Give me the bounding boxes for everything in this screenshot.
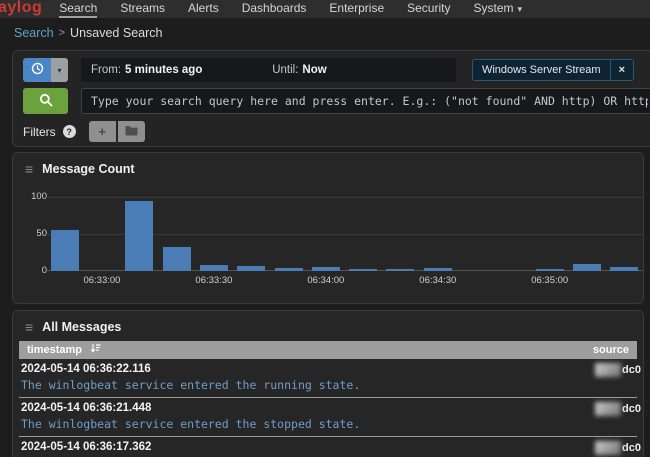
saved-filters-button[interactable] bbox=[118, 121, 145, 142]
chart-bar[interactable] bbox=[573, 264, 601, 271]
nav-item-alerts[interactable]: Alerts bbox=[188, 0, 219, 18]
y-tick-label: 50 bbox=[19, 228, 47, 239]
folder-icon bbox=[125, 124, 138, 139]
time-from-value: 5 minutes ago bbox=[125, 64, 202, 76]
graylog-search-page: aylog Search Streams Alerts Dashboards E… bbox=[0, 0, 650, 457]
message-source: dc0 bbox=[595, 402, 641, 416]
column-header-timestamp[interactable]: timestamp bbox=[27, 343, 101, 357]
time-range-button[interactable] bbox=[23, 58, 51, 82]
message-count-plot[interactable] bbox=[46, 197, 643, 271]
chart-bar[interactable] bbox=[51, 230, 79, 271]
column-header-source[interactable]: source bbox=[593, 344, 629, 356]
filters-label: Filters bbox=[23, 125, 56, 139]
nav-menu: Search Streams Alerts Dashboards Enterpr… bbox=[42, 0, 522, 18]
graylog-logo[interactable]: aylog bbox=[0, 0, 42, 15]
nav-item-enterprise[interactable]: Enterprise bbox=[329, 0, 384, 18]
x-tick-label: 06:34:30 bbox=[408, 275, 468, 286]
x-tick-label: 06:35:00 bbox=[520, 275, 580, 286]
chart-bar[interactable] bbox=[386, 269, 414, 271]
chart-bar[interactable] bbox=[536, 269, 564, 271]
message-timestamp: 2024-05-14 06:36:17.362 bbox=[21, 441, 635, 453]
message-timestamp: 2024-05-14 06:36:22.116 bbox=[21, 363, 635, 375]
top-navbar: aylog Search Streams Alerts Dashboards E… bbox=[0, 0, 650, 18]
chart-bar[interactable] bbox=[312, 267, 340, 271]
nav-item-search[interactable]: Search bbox=[59, 0, 97, 18]
message-source: dc0 bbox=[595, 363, 641, 377]
breadcrumb-separator: > bbox=[59, 27, 65, 39]
message-row[interactable]: 2024-05-14 06:36:22.116 The winlogbeat s… bbox=[19, 359, 637, 397]
chart-bar[interactable] bbox=[610, 267, 638, 271]
x-tick-label: 06:33:00 bbox=[72, 275, 132, 286]
search-controls: ▾ From:5 minutes ago Until:Now Windows S… bbox=[12, 50, 650, 147]
time-until: Until:Now bbox=[272, 64, 326, 76]
breadcrumb-current: Unsaved Search bbox=[70, 26, 162, 40]
chevron-down-icon: ▾ bbox=[57, 66, 61, 75]
message-text: The winlogbeat service entered the runni… bbox=[21, 378, 635, 392]
breadcrumb: Search > Unsaved Search bbox=[14, 20, 162, 46]
chart-bar[interactable] bbox=[200, 265, 228, 271]
y-tick-label: 100 bbox=[19, 191, 47, 202]
chart-bar[interactable] bbox=[424, 268, 452, 271]
all-messages-title: All Messages bbox=[42, 320, 121, 334]
x-tick-label: 06:33:30 bbox=[184, 275, 244, 286]
x-tick-label: 06:34:00 bbox=[296, 275, 356, 286]
x-tick-label: 06:35:30 bbox=[632, 275, 644, 286]
message-count-widget: ≡ Message Count 0 50 100 06:33:00 06:33:30 0… bbox=[12, 152, 644, 304]
y-tick-label: 0 bbox=[19, 265, 47, 276]
chart-bar[interactable] bbox=[349, 269, 377, 271]
drag-handle-icon[interactable]: ≡ bbox=[25, 164, 33, 174]
nav-item-security[interactable]: Security bbox=[407, 0, 450, 18]
stream-filter-label: Windows Server Stream bbox=[473, 64, 610, 76]
all-messages-widget: ≡ All Messages timestamp source 2024-05-… bbox=[12, 310, 644, 457]
search-submit-button[interactable] bbox=[23, 88, 68, 114]
message-row[interactable]: 2024-05-14 06:36:21.448 The winlogbeat s… bbox=[19, 397, 637, 436]
chart-bar[interactable] bbox=[125, 201, 153, 271]
close-icon[interactable]: × bbox=[610, 60, 633, 80]
breadcrumb-search-link[interactable]: Search bbox=[14, 26, 54, 40]
redacted-source-blur bbox=[595, 363, 621, 377]
time-until-value: Now bbox=[302, 64, 326, 76]
chart-bar[interactable] bbox=[163, 247, 191, 271]
nav-item-streams[interactable]: Streams bbox=[120, 0, 165, 18]
chart-bar[interactable] bbox=[237, 266, 265, 271]
chart-bar[interactable] bbox=[275, 268, 303, 271]
message-source: dc0 bbox=[595, 441, 641, 455]
nav-item-system[interactable]: System▾ bbox=[473, 0, 522, 18]
question-circle-icon[interactable]: ? bbox=[63, 125, 76, 138]
message-timestamp: 2024-05-14 06:36:21.448 bbox=[21, 402, 635, 414]
time-range-display[interactable]: From:5 minutes ago Until:Now bbox=[81, 58, 456, 82]
redacted-source-blur bbox=[595, 402, 621, 416]
search-query-input[interactable] bbox=[81, 88, 650, 114]
time-from: From:5 minutes ago bbox=[81, 64, 272, 76]
time-range-caret-button[interactable]: ▾ bbox=[51, 58, 68, 82]
redacted-source-blur bbox=[595, 441, 621, 455]
drag-handle-icon[interactable]: ≡ bbox=[25, 322, 33, 332]
message-text: The winlogbeat service entered the stopp… bbox=[21, 417, 635, 431]
nav-item-dashboards[interactable]: Dashboards bbox=[242, 0, 307, 18]
messages-table-header: timestamp source bbox=[19, 341, 637, 359]
chart-gridline bbox=[46, 197, 644, 198]
stream-filter-chip: Windows Server Stream × bbox=[472, 59, 634, 81]
chevron-down-icon: ▾ bbox=[518, 4, 523, 14]
plus-icon: + bbox=[98, 124, 106, 139]
sort-desc-icon[interactable] bbox=[90, 343, 101, 357]
messages-list: 2024-05-14 06:36:22.116 The winlogbeat s… bbox=[19, 359, 637, 457]
filter-button-group: + bbox=[89, 121, 145, 142]
clock-icon bbox=[31, 62, 44, 78]
message-row[interactable]: 2024-05-14 06:36:17.362 The Volume Shado… bbox=[19, 436, 637, 457]
magnifier-icon bbox=[39, 93, 53, 110]
add-filter-button[interactable]: + bbox=[89, 121, 116, 142]
message-count-title: Message Count bbox=[42, 162, 134, 176]
